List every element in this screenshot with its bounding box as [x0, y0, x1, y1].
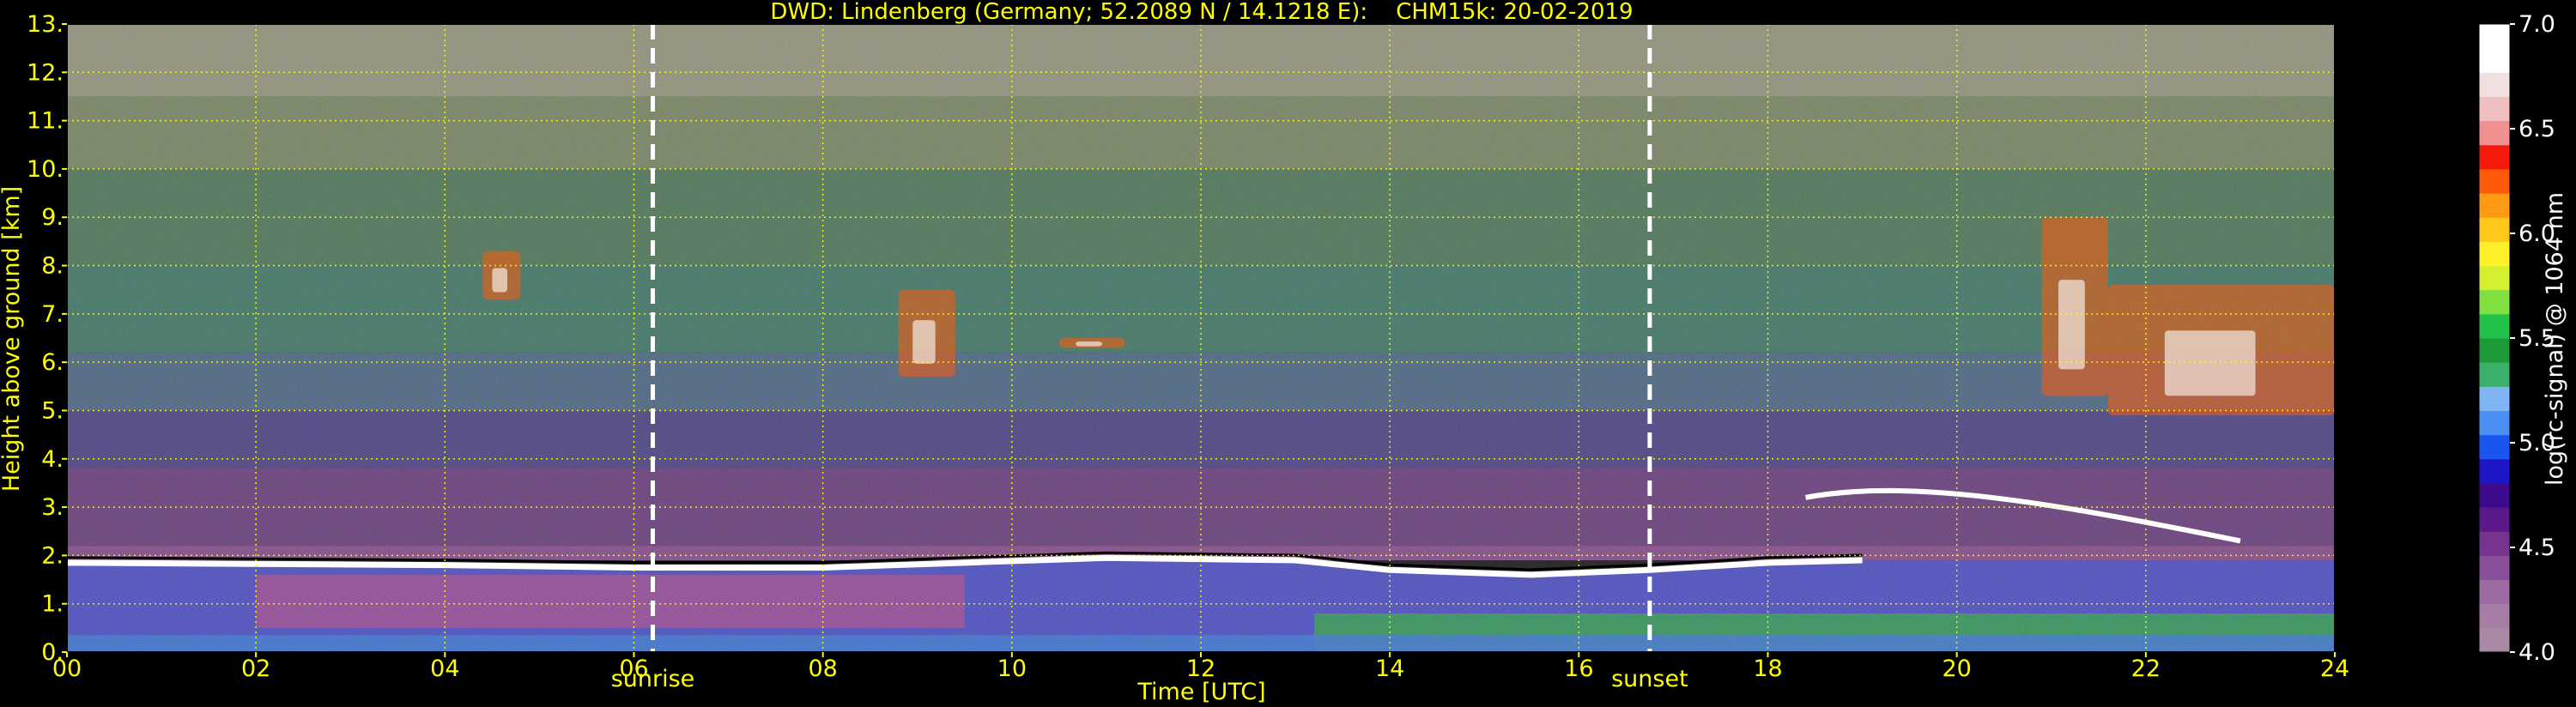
x-tick-label: 10: [997, 656, 1027, 682]
cloud-event-core: [2058, 280, 2085, 370]
y-tick-label: 13.: [27, 11, 64, 38]
colorbar-segment: [2479, 386, 2510, 411]
cloud-event-core: [1076, 341, 1102, 347]
y-tick-label: 6.: [41, 349, 64, 376]
colorbar-segment: [2479, 72, 2510, 97]
x-tick-label: 04: [430, 656, 459, 682]
x-axis-label: Time [UTC]: [1136, 679, 1265, 705]
x-tick-label: 24: [2320, 656, 2349, 682]
y-tick-label: 1.: [41, 591, 64, 618]
y-tick-label: 4.: [41, 446, 64, 473]
plot-area: [67, 24, 2335, 652]
colorbar-tick-label: 7.0: [2518, 11, 2555, 38]
y-tick-label: 8.: [41, 253, 64, 280]
colorbar-segment: [2479, 313, 2510, 339]
colorbar-segment: [2479, 120, 2510, 146]
y-tick-label: 11.: [27, 108, 64, 135]
colorbar-segment: [2479, 265, 2510, 291]
y-tick-label: 10.: [27, 156, 64, 183]
lidar-ceilometer-chart: DWD: Lindenberg (Germany; 52.2089 N / 14…: [0, 0, 2568, 705]
colorbar-segment: [2479, 96, 2510, 122]
colorbar-segment: [2479, 458, 2510, 484]
x-tick-label: 16: [1564, 656, 1593, 682]
colorbar-segment: [2479, 434, 2510, 460]
cloud-event-core: [2164, 330, 2256, 396]
colorbar-segment: [2479, 627, 2510, 653]
colorbar-segment: [2479, 241, 2510, 267]
colorbar-segment: [2479, 289, 2510, 315]
cloud-event-core: [492, 268, 507, 293]
x-tick-label: 02: [241, 656, 270, 682]
colorbar-label: log(rc-signal) @ 1064 nm: [2542, 192, 2568, 486]
x-tick-label: 22: [2131, 656, 2161, 682]
colorbar-segment: [2479, 193, 2510, 218]
colorbar-segment: [2479, 482, 2510, 508]
colorbar-segment: [2479, 168, 2510, 194]
sunrise-label: sunrise: [611, 666, 695, 692]
chart-title: DWD: Lindenberg (Germany; 52.2089 N / 14…: [770, 0, 1633, 25]
x-tick-label: 00: [52, 656, 82, 682]
colorbar-segment: [2479, 362, 2510, 387]
x-axis: 00 02 04 06 08 10 12 14 16 18 20 22 24: [52, 652, 2349, 682]
colorbar-segment: [2479, 579, 2510, 605]
y-tick-label: 2.: [41, 542, 64, 569]
colorbar-segment: [2479, 531, 2510, 556]
colorbar-tick-label: 4.5: [2518, 535, 2555, 561]
colorbar-segment: [2479, 603, 2510, 629]
y-tick-label: 12.: [27, 59, 64, 86]
y-tick-label: 3.: [41, 494, 64, 521]
y-tick-label: 7.: [41, 301, 64, 328]
y-tick-label: 9.: [41, 204, 64, 231]
x-tick-label: 20: [1942, 656, 1971, 682]
colorbar-segment: [2479, 24, 2510, 49]
colorbar-segment: [2479, 555, 2510, 581]
colorbar-tick-label: 6.5: [2518, 116, 2555, 142]
colorbar-segment: [2479, 48, 2510, 73]
y-axis-label: Height above ground [km]: [0, 186, 25, 492]
colorbar-segment: [2479, 144, 2510, 170]
cloud-event-core: [912, 320, 936, 364]
colorbar-segment: [2479, 338, 2510, 363]
x-tick-label: 14: [1375, 656, 1404, 682]
colorbar-segment: [2479, 217, 2510, 242]
sunset-label: sunset: [1611, 666, 1688, 692]
colorbar-segment: [2479, 410, 2510, 436]
colorbar-tick-label: 4.0: [2518, 639, 2555, 666]
y-axis: 0.1.2.3.4.5.6.7.8.9.10.11.12.13.: [27, 11, 67, 666]
x-tick-label: 08: [808, 656, 837, 682]
colorbar-segment: [2479, 507, 2510, 532]
x-tick-label: 18: [1753, 656, 1782, 682]
y-tick-label: 5.: [41, 397, 64, 424]
